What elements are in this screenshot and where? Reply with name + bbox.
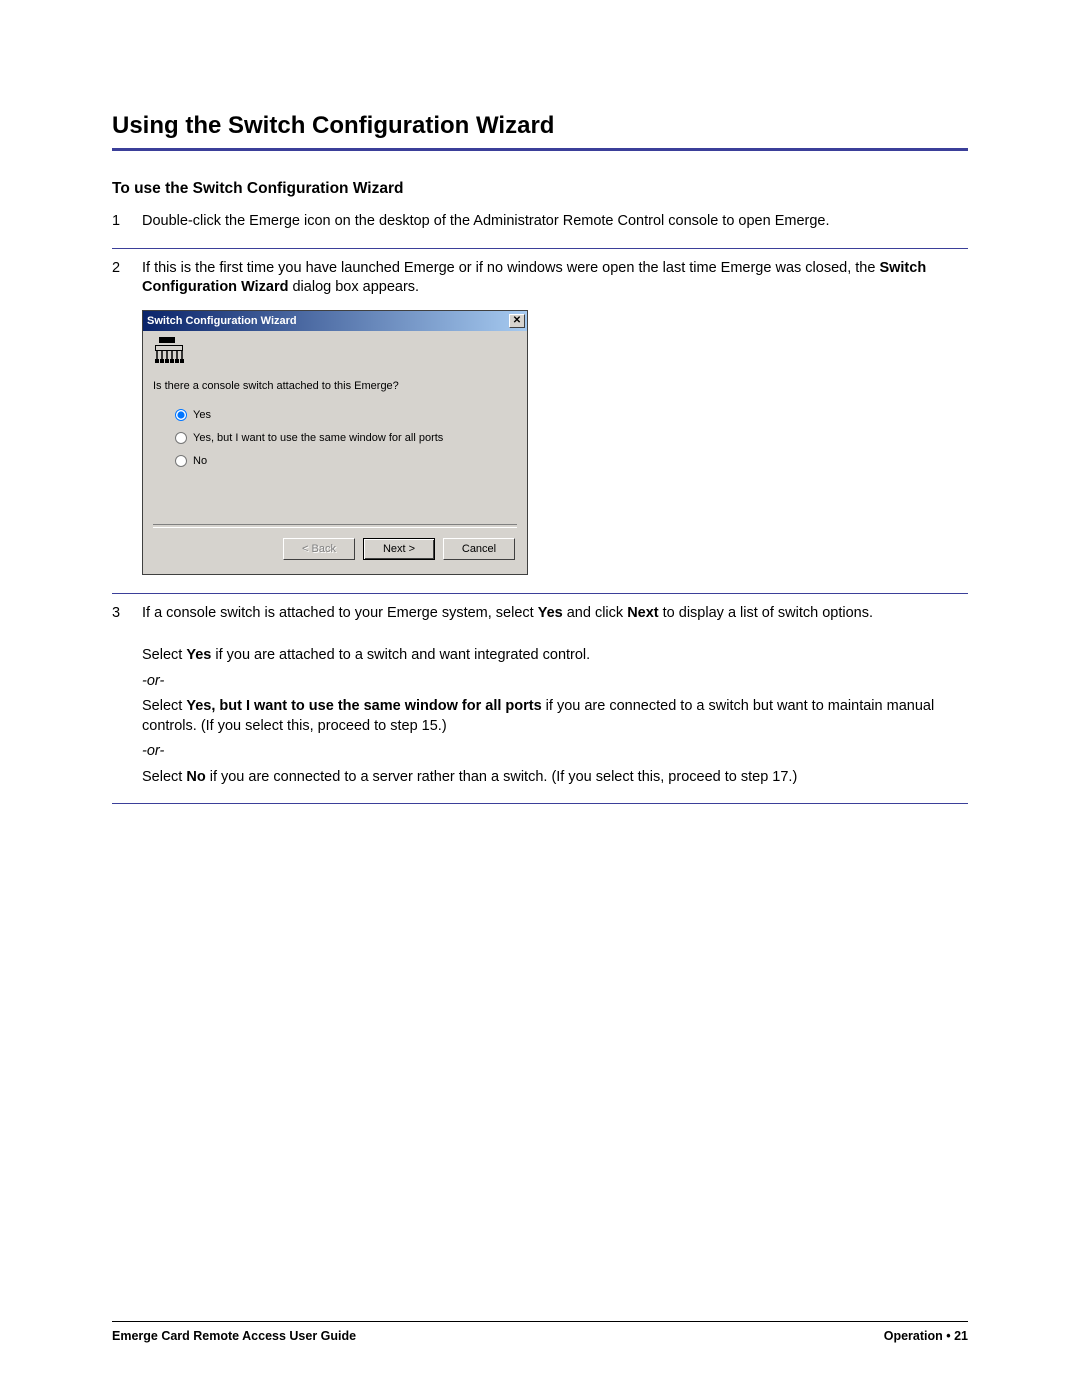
dialog-question: Is there a console switch attached to th…	[153, 379, 517, 394]
step-text: If this is the first time you have launc…	[142, 259, 968, 584]
radio-input[interactable]	[175, 455, 187, 467]
step-number: 1	[112, 212, 142, 232]
footer-left: Emerge Card Remote Access User Guide	[112, 1328, 356, 1345]
cancel-button[interactable]: Cancel	[443, 538, 515, 560]
step-number: 3	[112, 604, 142, 624]
page-title: Using the Switch Configuration Wizard	[112, 110, 968, 151]
dialog-title: Switch Configuration Wizard	[147, 314, 509, 329]
step-text: Double-click the Emerge icon on the desk…	[142, 212, 968, 238]
step-2: 2 If this is the first time you have lau…	[112, 259, 968, 595]
step-1: 1 Double-click the Emerge icon on the de…	[112, 212, 968, 249]
dialog-button-row: < Back Next > Cancel	[153, 538, 517, 564]
dialog-titlebar: Switch Configuration Wizard ✕	[143, 311, 527, 331]
radio-input[interactable]	[175, 409, 187, 421]
step-number: 2	[112, 259, 142, 279]
switch-config-wizard-dialog: Switch Configuration Wizard ✕	[142, 310, 528, 575]
or-separator: -or-	[142, 742, 968, 762]
radio-option-yes-same-window[interactable]: Yes, but I want to use the same window f…	[175, 431, 517, 446]
switch-device-icon	[153, 337, 187, 365]
or-separator: -or-	[142, 672, 968, 692]
dialog-screenshot: Switch Configuration Wizard ✕	[142, 310, 968, 575]
dialog-separator	[153, 524, 517, 528]
footer-right: Operation • 21	[884, 1328, 968, 1345]
step-3: 3 If a console switch is attached to you…	[112, 604, 968, 804]
page-footer: Emerge Card Remote Access User Guide Ope…	[112, 1321, 968, 1345]
radio-option-no[interactable]: No	[175, 454, 517, 469]
steps-list: 1 Double-click the Emerge icon on the de…	[112, 212, 968, 804]
next-button[interactable]: Next >	[363, 538, 435, 560]
back-button: < Back	[283, 538, 355, 560]
step-text: If a console switch is attached to your …	[142, 604, 968, 793]
radio-input[interactable]	[175, 432, 187, 444]
radio-group: Yes Yes, but I want to use the same wind…	[153, 408, 517, 469]
dialog-body: Is there a console switch attached to th…	[143, 331, 527, 574]
radio-option-yes[interactable]: Yes	[175, 408, 517, 423]
section-title: To use the Switch Configuration Wizard	[112, 179, 968, 200]
close-button[interactable]: ✕	[509, 314, 525, 328]
